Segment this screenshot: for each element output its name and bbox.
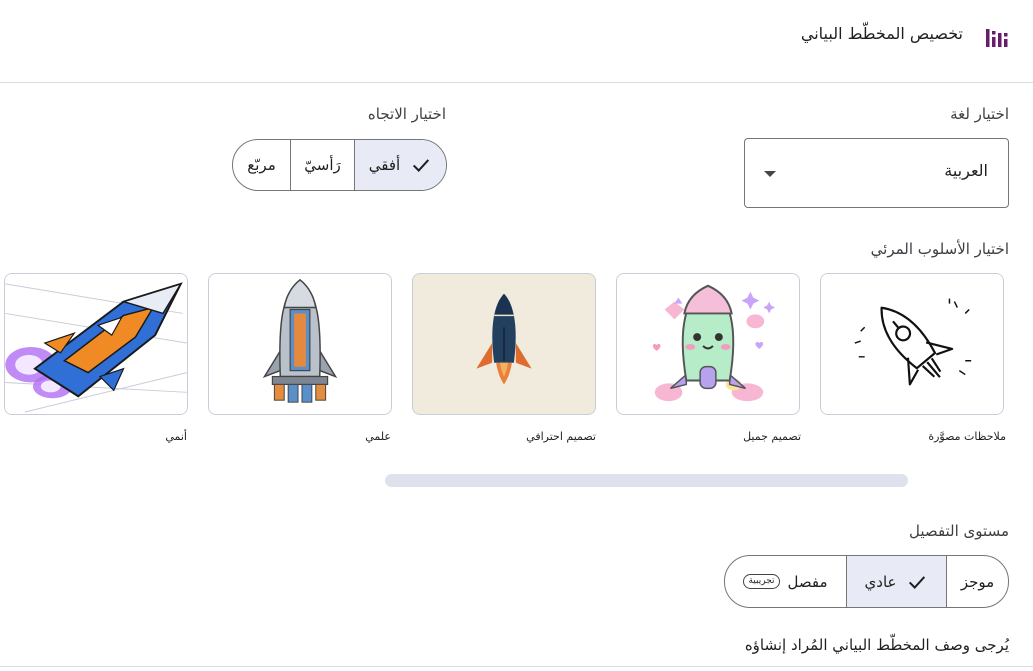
style-caption-scientific: علمي — [365, 430, 391, 443]
bar-chart-icon — [986, 29, 1008, 47]
style-caption-professional: تصميم احترافي — [526, 430, 596, 443]
style-card-cute[interactable] — [616, 273, 800, 415]
detail-level-label: مستوى التفصيل — [909, 522, 1009, 540]
experimental-badge: تجريبية — [743, 574, 780, 589]
style-card-scientific[interactable] — [208, 273, 392, 415]
style-card-anime[interactable] — [4, 273, 188, 415]
style-caption-cute: تصميم جميل — [743, 430, 801, 443]
style-caption-sketch: ملاحظات مصوَّرة — [928, 430, 1006, 443]
description-label: يُرجى وصف المخطّط البياني المُراد إنشاؤه — [744, 636, 1009, 654]
orientation-label: اختيار الاتجاه — [367, 105, 446, 123]
language-label: اختيار لغة — [950, 105, 1009, 123]
check-icon — [413, 159, 430, 172]
detail-option-detailed[interactable]: مفصل تجريبية — [725, 556, 846, 607]
sketch-rocket-icon — [821, 274, 1003, 414]
style-caption-anime: أنمي — [165, 430, 187, 443]
visual-style-label: اختيار الأسلوب المرئي — [870, 240, 1009, 258]
language-select[interactable]: العربية — [744, 138, 1009, 208]
flat-rocket-icon — [413, 274, 595, 414]
detail-option-normal[interactable]: عادي — [846, 556, 946, 607]
cute-rocket-icon — [617, 274, 799, 414]
page-title: تخصيص المخطّط البياني — [800, 24, 963, 43]
orientation-option-square[interactable]: مربّع — [233, 140, 290, 190]
orientation-option-horizontal[interactable]: أفقي — [354, 140, 446, 190]
orientation-option-label: رَأسيّ — [304, 156, 341, 174]
style-card-sketch[interactable] — [820, 273, 1004, 415]
technical-rocket-icon — [209, 274, 391, 414]
dropdown-arrow-icon — [764, 171, 776, 177]
header: تخصيص المخطّط البياني — [0, 0, 1033, 83]
detail-option-label: عادي — [864, 572, 897, 591]
detail-option-brief[interactable]: موجز — [946, 556, 1008, 607]
orientation-segmented-control: أفقي رَأسيّ مربّع — [232, 139, 447, 191]
style-card-professional[interactable] — [412, 273, 596, 415]
language-selected-value: العربية — [944, 161, 988, 180]
divider — [0, 666, 1033, 667]
detail-option-label: مفصل — [787, 572, 828, 591]
style-carousel-scrollbar[interactable] — [385, 474, 908, 487]
detail-option-label: موجز — [960, 572, 995, 591]
detail-level-segmented-control: موجز عادي مفصل تجريبية — [724, 555, 1009, 608]
anime-spaceship-icon — [5, 274, 187, 414]
orientation-option-label: مربّع — [247, 156, 276, 174]
check-icon — [909, 575, 926, 589]
orientation-option-label: أفقي — [368, 156, 401, 174]
orientation-option-vertical[interactable]: رَأسيّ — [290, 140, 354, 190]
